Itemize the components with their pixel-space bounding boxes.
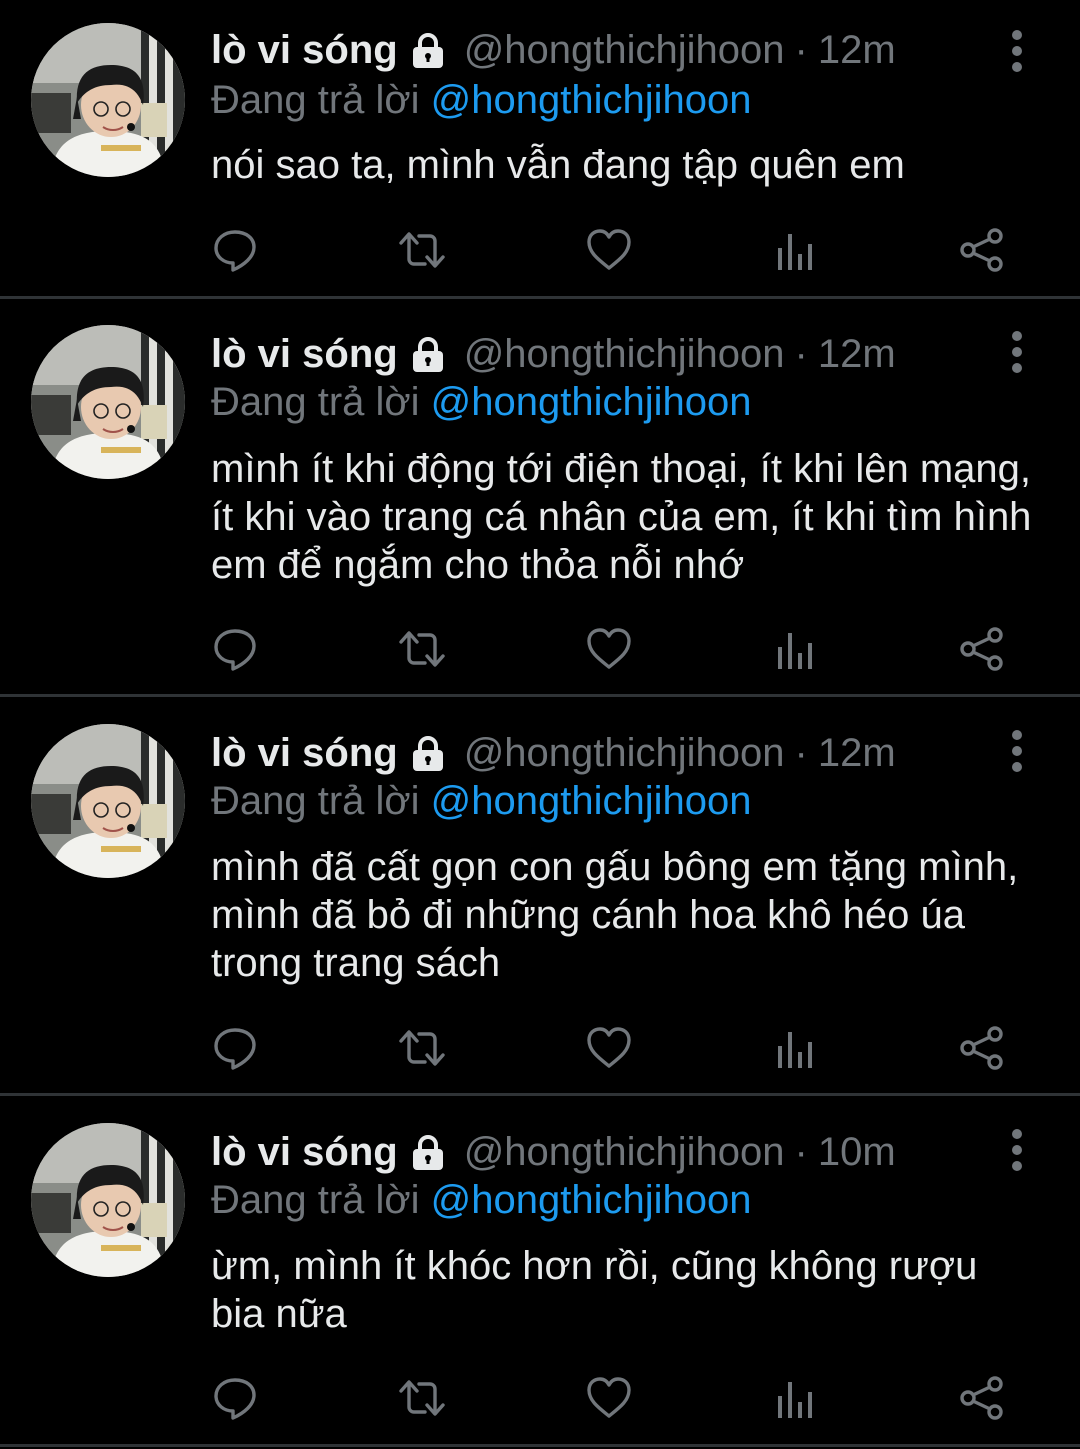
reply-prefix: Đang trả lời — [211, 380, 420, 424]
tweet-text: mình ít khi động tới điện thoại, ít khi … — [211, 447, 1032, 587]
reply-prefix: Đang trả lời — [211, 1178, 420, 1222]
reply-icon[interactable] — [211, 226, 259, 274]
display-name[interactable]: lò vi sóng — [211, 727, 398, 779]
avatar[interactable] — [31, 23, 185, 177]
separator-dot: · — [794, 28, 808, 72]
timestamp[interactable]: 12m — [818, 328, 896, 380]
separator-dot: · — [794, 1130, 808, 1174]
timestamp[interactable]: 10m — [818, 1126, 896, 1178]
tweet-header: lò vi sóng @hongthichjihoon · 12m — [211, 24, 896, 76]
reply-to-link[interactable]: @hongthichjihoon — [431, 1178, 752, 1222]
tweet-header: lò vi sóng @hongthichjihoon · 12m — [211, 328, 896, 380]
lock-icon — [408, 733, 448, 773]
like-icon[interactable] — [585, 1374, 633, 1422]
reply-prefix: Đang trả lời — [211, 779, 420, 823]
reply-to-link[interactable]: @hongthichjihoon — [431, 380, 752, 424]
timestamp[interactable]: 12m — [818, 727, 896, 779]
reply-prefix: Đang trả lời — [211, 78, 420, 122]
replying-to: Đang trả lời @hongthichjihoon — [211, 376, 752, 428]
retweet-icon[interactable] — [398, 1024, 446, 1072]
user-handle[interactable]: @hongthichjihoon — [464, 24, 785, 76]
user-handle[interactable]: @hongthichjihoon — [464, 1126, 785, 1178]
retweet-icon[interactable] — [398, 226, 446, 274]
like-icon[interactable] — [585, 226, 633, 274]
tweet-header: lò vi sóng @hongthichjihoon · 12m — [211, 727, 896, 779]
separator-dot: · — [794, 731, 808, 775]
share-icon[interactable] — [958, 226, 1006, 274]
action-bar — [211, 226, 1011, 274]
lock-icon — [408, 334, 448, 374]
replying-to: Đang trả lời @hongthichjihoon — [211, 1174, 752, 1226]
user-handle[interactable]: @hongthichjihoon — [464, 328, 785, 380]
reply-to-link[interactable]: @hongthichjihoon — [431, 78, 752, 122]
divider — [0, 296, 1080, 299]
share-icon[interactable] — [958, 625, 1006, 673]
action-bar — [211, 1024, 1011, 1072]
reply-icon[interactable] — [211, 625, 259, 673]
divider — [0, 694, 1080, 697]
display-name[interactable]: lò vi sóng — [211, 24, 398, 76]
share-icon[interactable] — [958, 1374, 1006, 1422]
divider — [0, 1444, 1080, 1447]
lock-icon — [408, 30, 448, 70]
action-bar — [211, 1374, 1011, 1422]
reply-to-link[interactable]: @hongthichjihoon — [431, 779, 752, 823]
avatar[interactable] — [31, 724, 185, 878]
retweet-icon[interactable] — [398, 625, 446, 673]
more-vertical-icon[interactable] — [1000, 1128, 1034, 1172]
replying-to: Đang trả lời @hongthichjihoon — [211, 74, 752, 126]
lock-icon — [408, 1132, 448, 1172]
replying-to: Đang trả lời @hongthichjihoon — [211, 775, 752, 827]
user-handle[interactable]: @hongthichjihoon — [464, 727, 785, 779]
views-icon[interactable] — [772, 1024, 820, 1072]
tweet-text: ừm, mình ít khóc hơn rồi, cũng không rượ… — [211, 1244, 978, 1336]
timestamp[interactable]: 12m — [818, 24, 896, 76]
retweet-icon[interactable] — [398, 1374, 446, 1422]
tweet-header: lò vi sóng @hongthichjihoon · 10m — [211, 1126, 896, 1178]
tweet-text: nói sao ta, mình vẫn đang tập quên em — [211, 143, 905, 187]
views-icon[interactable] — [772, 1374, 820, 1422]
reply-icon[interactable] — [211, 1374, 259, 1422]
more-vertical-icon[interactable] — [1000, 729, 1034, 773]
display-name[interactable]: lò vi sóng — [211, 1126, 398, 1178]
like-icon[interactable] — [585, 625, 633, 673]
tweet-text: mình đã cất gọn con gấu bông em tặng mìn… — [211, 845, 1019, 985]
separator-dot: · — [794, 332, 808, 376]
like-icon[interactable] — [585, 1024, 633, 1072]
more-vertical-icon[interactable] — [1000, 29, 1034, 73]
avatar[interactable] — [31, 1123, 185, 1277]
views-icon[interactable] — [772, 625, 820, 673]
share-icon[interactable] — [958, 1024, 1006, 1072]
more-vertical-icon[interactable] — [1000, 330, 1034, 374]
divider — [0, 1093, 1080, 1096]
views-icon[interactable] — [772, 226, 820, 274]
action-bar — [211, 625, 1011, 673]
reply-icon[interactable] — [211, 1024, 259, 1072]
display-name[interactable]: lò vi sóng — [211, 328, 398, 380]
avatar[interactable] — [31, 325, 185, 479]
tweet-feed: lò vi sóng @hongthichjihoon · 12m Đang t… — [0, 0, 1080, 1449]
